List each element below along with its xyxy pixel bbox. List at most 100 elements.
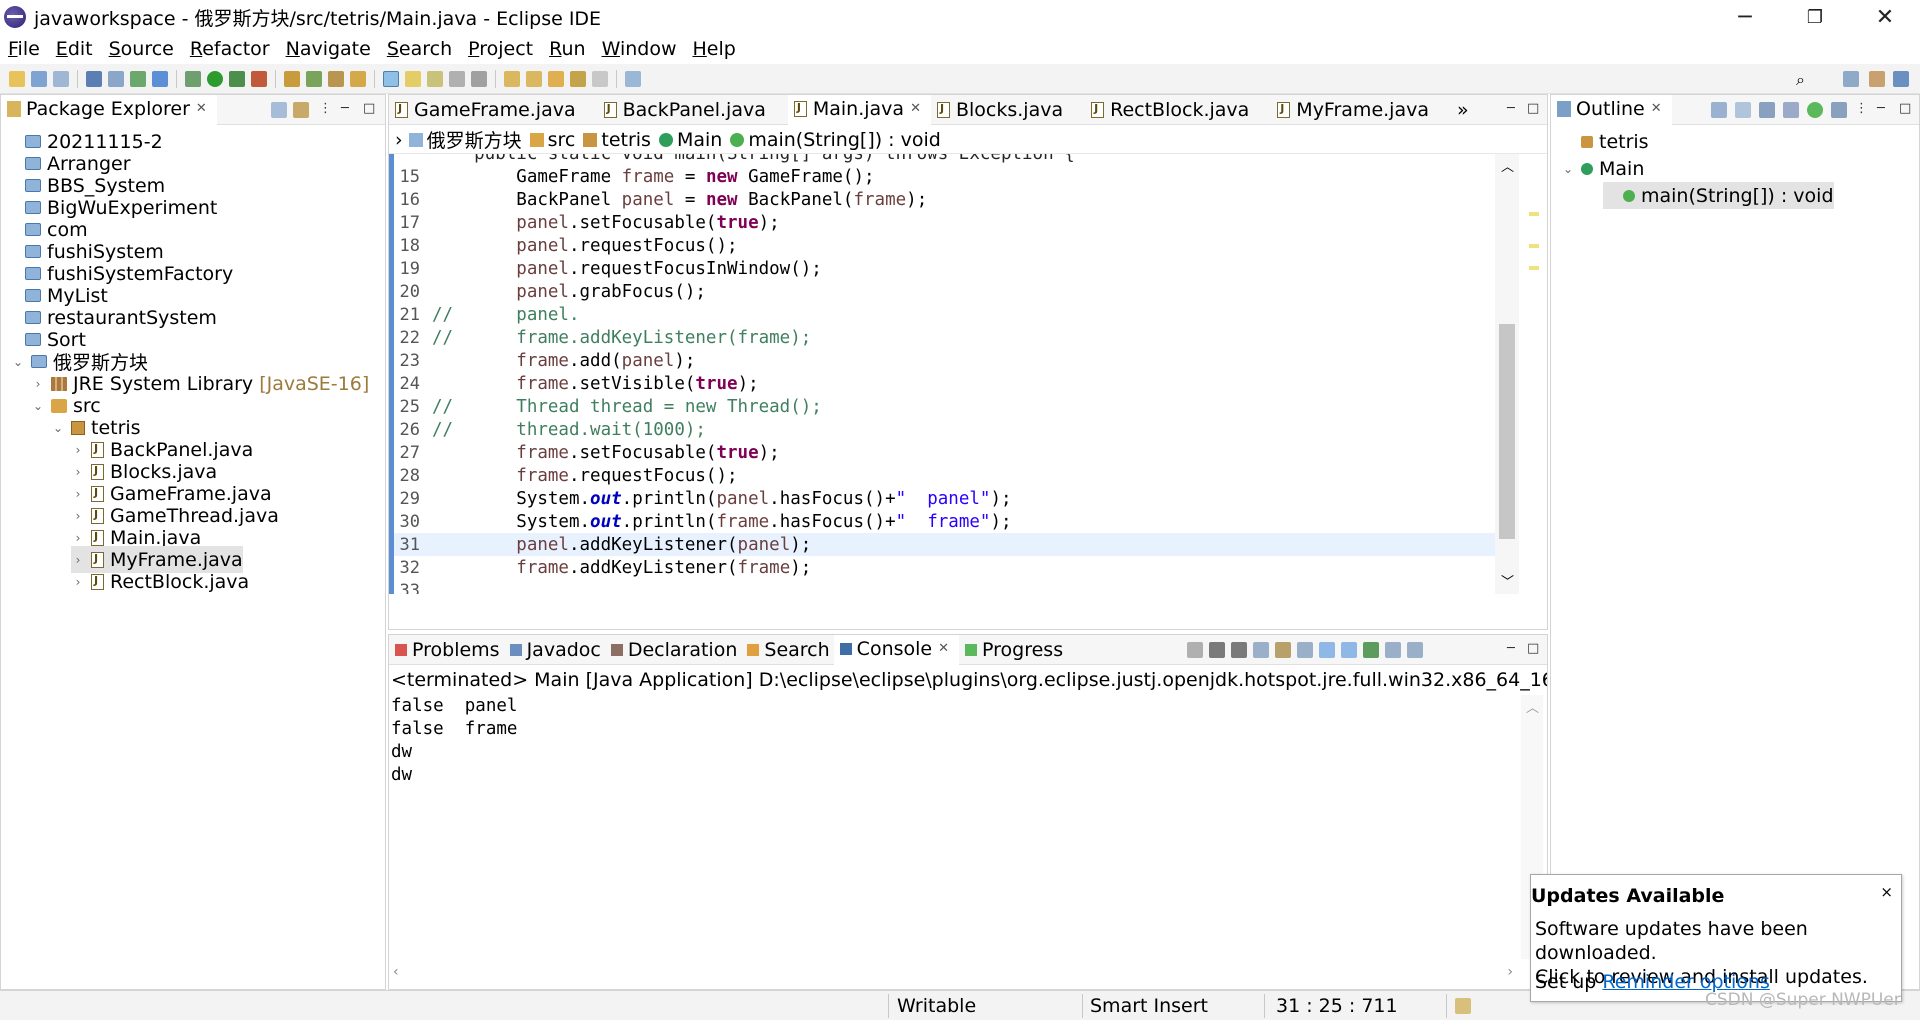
open-console-icon[interactable]	[1363, 642, 1379, 658]
breadcrumb-item[interactable]: 俄罗斯方块	[408, 126, 522, 153]
word-wrap-icon[interactable]	[449, 70, 465, 87]
save-icon[interactable]	[31, 70, 47, 87]
last-edit-icon[interactable]	[548, 70, 564, 87]
block-selection-icon[interactable]	[427, 70, 443, 87]
coverage-icon[interactable]	[229, 70, 245, 87]
menu-edit[interactable]: Edit	[48, 38, 101, 60]
highlight-icon[interactable]	[405, 70, 421, 87]
chevron-right-icon[interactable]: ›	[71, 575, 85, 589]
chevron-down-icon[interactable]: ⌄	[51, 421, 65, 435]
terminate-icon[interactable]	[1187, 642, 1203, 658]
scroll-down-icon[interactable]: ﹀	[1501, 571, 1514, 590]
tab-rectblock[interactable]: RectBlock.java	[1085, 95, 1271, 125]
minimize-view-icon[interactable]: ─	[1507, 641, 1515, 656]
menu-window[interactable]: Window	[594, 38, 685, 60]
search-icon[interactable]: ⌕	[1796, 70, 1805, 90]
display-console-icon[interactable]	[1385, 642, 1401, 658]
word-wrap-icon[interactable]	[1275, 642, 1291, 658]
open-task-icon[interactable]	[328, 70, 344, 87]
scroll-right-icon[interactable]: ›	[1507, 964, 1513, 980]
remove-all-icon[interactable]	[1231, 642, 1247, 658]
collapse-all-icon[interactable]	[271, 102, 287, 118]
insert-mode-status[interactable]: Smart Insert	[1090, 995, 1208, 1017]
chevron-right-icon[interactable]: ›	[71, 531, 85, 545]
menu-help[interactable]: Help	[685, 38, 744, 60]
forward-icon[interactable]	[592, 70, 608, 87]
minimize-button[interactable]: ─	[1710, 0, 1780, 34]
console-horizontal-scrollbar[interactable]: ‹ ›	[389, 963, 1517, 985]
view-menu-icon[interactable]: ⋮	[319, 101, 332, 116]
overview-warning-marker[interactable]	[1529, 212, 1539, 216]
new-class-icon[interactable]	[306, 70, 322, 87]
scroll-left-icon[interactable]: ‹	[393, 964, 399, 980]
hide-static-icon[interactable]	[1783, 102, 1799, 118]
minimize-view-icon[interactable]: ─	[341, 101, 349, 116]
save-all-icon[interactable]	[53, 70, 69, 87]
outline-item[interactable]: tetris	[1561, 128, 1649, 155]
tab-progress[interactable]: Progress	[959, 635, 1067, 665]
overview-warning-marker[interactable]	[1529, 266, 1539, 270]
close-tab-icon[interactable]: ✕	[910, 101, 921, 116]
progress-icon[interactable]	[1455, 998, 1471, 1014]
chevron-down-icon[interactable]: ⌄	[11, 355, 25, 369]
annotations-icon[interactable]	[152, 70, 168, 87]
scroll-up-icon[interactable]: ︿	[1501, 156, 1514, 175]
close-tab-icon[interactable]: ✕	[1651, 101, 1662, 116]
chevron-right-icon[interactable]: ›	[71, 465, 85, 479]
more-tabs-icon[interactable]: »	[1457, 99, 1469, 121]
chevron-right-icon[interactable]: ›	[31, 377, 45, 391]
java-ee-perspective-icon[interactable]	[1869, 71, 1885, 87]
hide-non-public-icon[interactable]	[1807, 102, 1823, 118]
menu-source[interactable]: Source	[101, 38, 182, 60]
close-notification-icon[interactable]: ×	[1880, 883, 1893, 901]
terminal-icon[interactable]	[86, 70, 102, 87]
new-console-icon[interactable]	[1407, 642, 1423, 658]
toggle-mark-occurrences-icon[interactable]	[383, 70, 399, 87]
menu-project[interactable]: Project	[460, 38, 541, 60]
maximize-view-icon[interactable]: □	[1527, 101, 1539, 116]
overview-warning-marker[interactable]	[1529, 244, 1539, 248]
menu-file[interactable]: File	[0, 38, 48, 60]
tab-console[interactable]: Console ✕	[833, 634, 960, 665]
menu-run[interactable]: Run	[541, 38, 593, 60]
tab-blocks[interactable]: Blocks.java	[931, 95, 1085, 125]
tab-gameframe[interactable]: GameFrame.java	[389, 95, 598, 125]
minimize-view-icon[interactable]: ─	[1877, 101, 1885, 116]
search-toolbar-icon[interactable]	[350, 70, 366, 87]
tab-declaration[interactable]: Declaration	[605, 635, 742, 665]
back-icon[interactable]	[570, 70, 586, 87]
new-java-project-icon[interactable]	[284, 70, 300, 87]
link-with-editor-icon[interactable]	[293, 102, 309, 118]
outline-item[interactable]: main(String[]) : void	[1603, 182, 1834, 209]
pin-console-icon[interactable]	[1341, 642, 1357, 658]
close-tab-icon[interactable]: ✕	[938, 641, 949, 656]
restore-button[interactable]: ❐	[1780, 0, 1850, 34]
scroll-lock-icon[interactable]	[1253, 642, 1269, 658]
minimize-view-icon[interactable]: ─	[1507, 101, 1515, 116]
chevron-right-icon[interactable]: ›	[71, 509, 85, 523]
editor-vertical-scrollbar[interactable]: ︿ ﹀	[1495, 154, 1519, 594]
previous-annotation-icon[interactable]	[526, 70, 542, 87]
hide-fields-icon[interactable]	[1759, 102, 1775, 118]
collapse-all-icon[interactable]	[1711, 102, 1727, 118]
pin-editor-icon[interactable]	[625, 70, 641, 87]
close-window-button[interactable]: ✕	[1850, 0, 1920, 34]
next-annotation-icon[interactable]	[504, 70, 520, 87]
remove-launch-icon[interactable]	[1209, 642, 1225, 658]
tree-item[interactable]: › RectBlock.java	[71, 568, 250, 595]
show-stderr-icon[interactable]	[1319, 642, 1335, 658]
run-icon[interactable]	[207, 70, 223, 87]
chevron-right-icon[interactable]: ›	[71, 443, 85, 457]
maximize-view-icon[interactable]: □	[1527, 641, 1539, 656]
chevron-right-icon[interactable]: ›	[71, 553, 85, 567]
breadcrumb-item[interactable]: Main	[658, 129, 722, 151]
menu-navigate[interactable]: Navigate	[278, 38, 379, 60]
outline-item[interactable]: ⌄ Main	[1561, 155, 1644, 182]
view-menu-icon[interactable]: ⋮	[1855, 101, 1868, 116]
chevron-down-icon[interactable]: ⌄	[31, 399, 45, 413]
menu-refactor[interactable]: Refactor	[182, 38, 278, 60]
menu-search[interactable]: Search	[379, 38, 460, 60]
open-perspective-icon[interactable]	[1843, 71, 1859, 87]
external-tools-icon[interactable]	[251, 70, 267, 87]
chevron-down-icon[interactable]: ⌄	[1561, 162, 1575, 176]
